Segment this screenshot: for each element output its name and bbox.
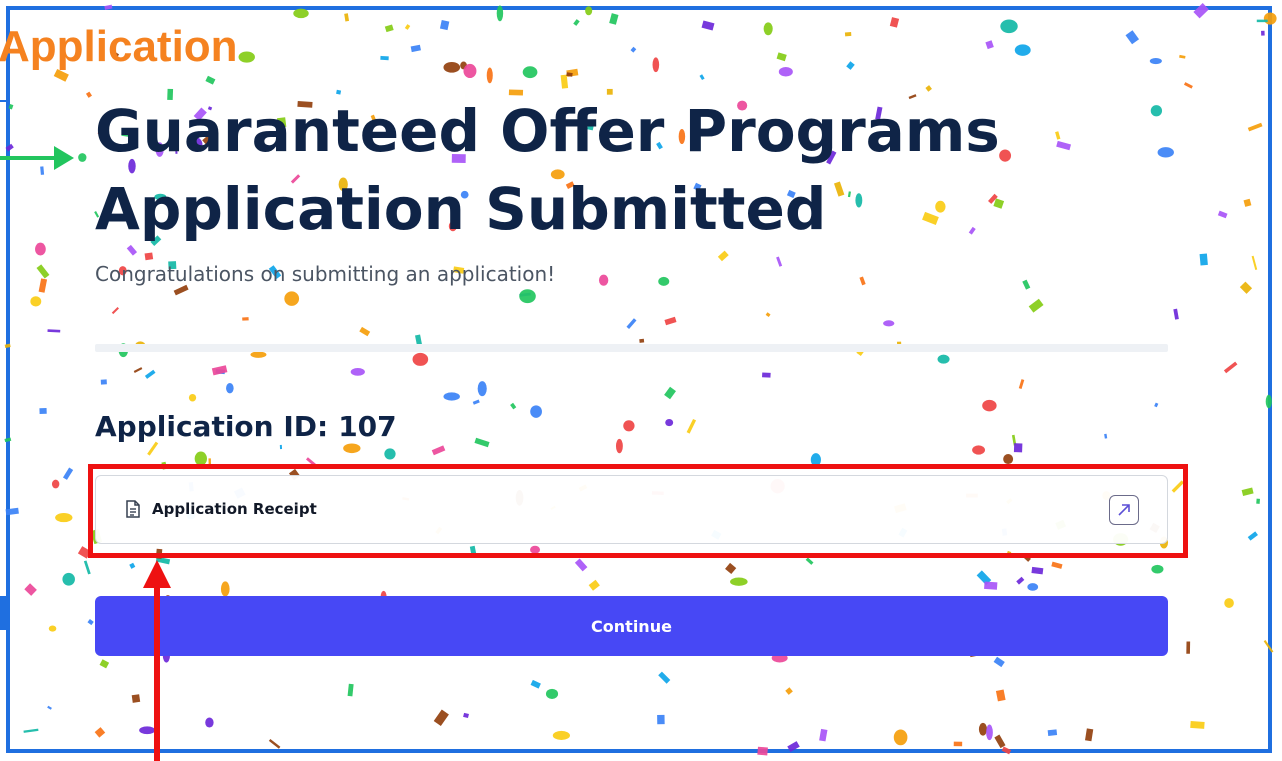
page-subtitle: Congratulations on submitting an applica…	[95, 262, 556, 286]
annotation-highlight-box	[88, 464, 1188, 558]
application-id-value: 107	[338, 410, 397, 443]
left-edge-mark-top	[0, 100, 8, 102]
annotation-corner-label: Application	[0, 22, 238, 71]
left-edge-mark-bottom	[0, 596, 8, 630]
application-id-label: Application ID:	[95, 410, 329, 443]
section-divider	[95, 344, 1168, 352]
application-id: Application ID: 107	[95, 410, 397, 443]
continue-button[interactable]: Continue	[95, 596, 1168, 656]
page-title: Guaranteed Offer Programs Application Su…	[95, 97, 1000, 243]
